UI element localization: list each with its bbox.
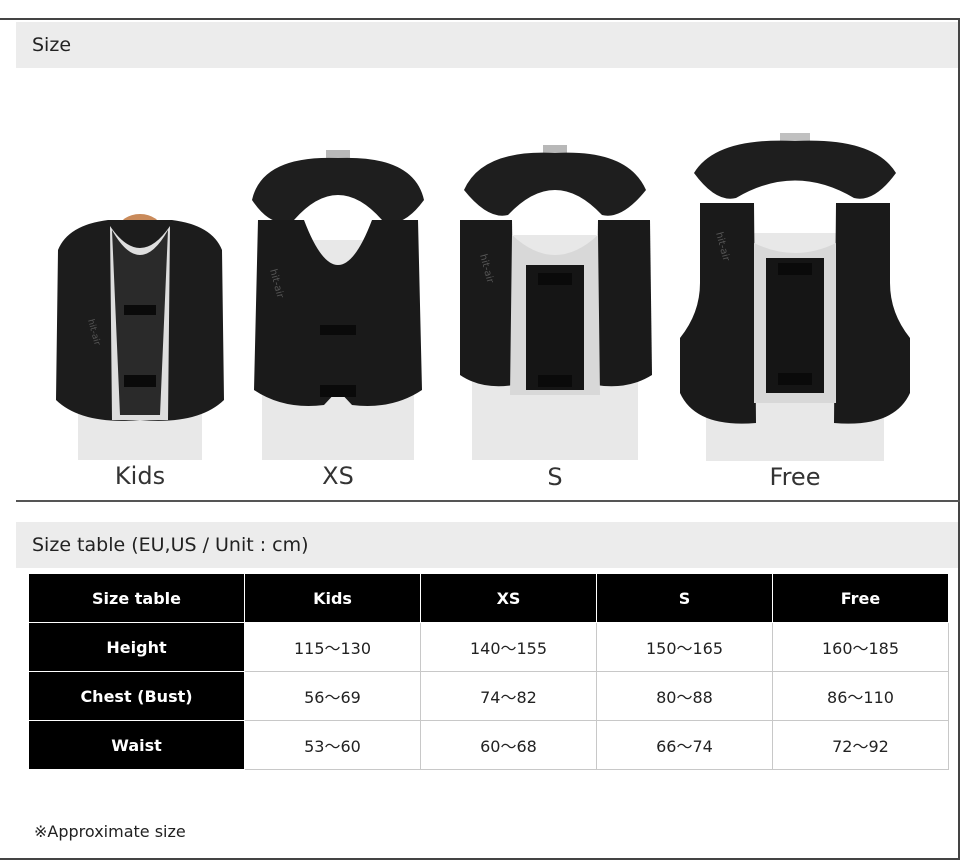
column-header-kids: Kids	[244, 573, 421, 623]
table-cell: 115〜130	[244, 622, 421, 672]
approximate-size-note: ※Approximate size	[34, 822, 186, 841]
table-row-chest: Chest (Bust) 56〜69 74〜82 80〜88 86〜110	[28, 671, 949, 721]
vest-photo-free: hit-air Free	[676, 133, 914, 495]
row-header-height: Height	[28, 622, 245, 672]
table-cell: 74〜82	[420, 671, 597, 721]
size-table: Size table Kids XS S Free Height 115〜130…	[28, 573, 949, 770]
row-header-waist: Waist	[28, 720, 245, 770]
vest-photo-row: hit-air Kids hit-air XS hit-air S hit-ai…	[30, 115, 940, 495]
vest-image-kids: hit-air	[56, 214, 224, 460]
table-cell: 72〜92	[772, 720, 949, 770]
size-section-header: Size	[16, 22, 958, 68]
size-table-section-title: Size table (EU,US / Unit : cm)	[32, 534, 309, 556]
vest-photo-xs: hit-air XS	[242, 150, 434, 495]
column-header-xs: XS	[420, 573, 597, 623]
table-cell: 86〜110	[772, 671, 949, 721]
table-cell: 140〜155	[420, 622, 597, 672]
vest-photo-kids: hit-air Kids	[48, 210, 232, 495]
size-table-section-header: Size table (EU,US / Unit : cm)	[16, 522, 958, 568]
row-header-chest: Chest (Bust)	[28, 671, 245, 721]
table-cell: 66〜74	[596, 720, 773, 770]
section-divider	[16, 500, 960, 502]
vest-image-free: hit-air	[680, 133, 910, 461]
table-header-row: Size table Kids XS S Free	[28, 573, 949, 623]
vest-image-xs: hit-air	[252, 150, 424, 460]
vest-label-xs: XS	[322, 462, 354, 490]
vest-label-free: Free	[769, 463, 821, 491]
table-cell: 56〜69	[244, 671, 421, 721]
size-section-title: Size	[32, 34, 72, 56]
vest-image-s: hit-air	[460, 145, 652, 460]
table-corner-cell: Size table	[28, 573, 245, 623]
column-header-s: S	[596, 573, 773, 623]
vest-label-s: S	[547, 463, 563, 491]
table-row-waist: Waist 53〜60 60〜68 66〜74 72〜92	[28, 720, 949, 770]
vest-label-kids: Kids	[114, 462, 166, 490]
table-cell: 160〜185	[772, 622, 949, 672]
table-cell: 53〜60	[244, 720, 421, 770]
table-cell: 60〜68	[420, 720, 597, 770]
table-cell: 150〜165	[596, 622, 773, 672]
table-row-height: Height 115〜130 140〜155 150〜165 160〜185	[28, 622, 949, 672]
column-header-free: Free	[772, 573, 949, 623]
vest-photo-s: hit-air S	[452, 145, 658, 495]
table-cell: 80〜88	[596, 671, 773, 721]
